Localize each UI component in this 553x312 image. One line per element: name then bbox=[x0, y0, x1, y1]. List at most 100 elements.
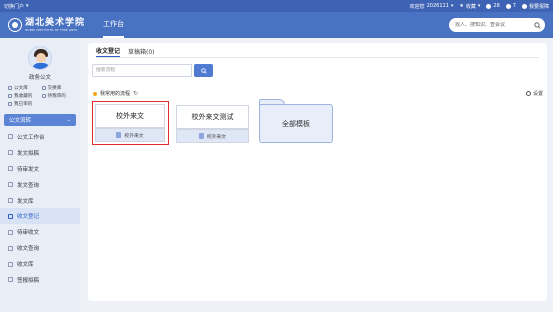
school-logo[interactable]: 湖北美术学院 HUBEI INSTITUTE OF FINE ARTS bbox=[8, 18, 85, 32]
tab-incoming-register[interactable]: 收文登记 bbox=[96, 45, 121, 57]
flow-card-subtitle: 校外来文 bbox=[124, 133, 144, 139]
sidebar-item-label: 收文库 bbox=[17, 262, 34, 269]
sidebar-item-outgoing-library[interactable]: 发文库 bbox=[0, 193, 80, 209]
main-tabs: 收文登记 草稿箱(0) bbox=[96, 45, 155, 57]
notifications-button[interactable]: 28 bbox=[486, 3, 500, 9]
quick-link-pending-review[interactable]: 待我审的 bbox=[41, 93, 73, 99]
avatar bbox=[28, 46, 52, 70]
quick-links: 公文库 交换库 我收藏的 待我审的 我已审的 bbox=[8, 85, 72, 107]
quick-link-label: 我已审的 bbox=[14, 102, 33, 107]
chevron-down-icon: ▾ bbox=[450, 3, 454, 9]
bullet-icon bbox=[93, 91, 97, 96]
flow-card-footer: 校外来文 bbox=[176, 129, 249, 143]
sidebar-item-draft-outgoing[interactable]: 发文拟稿 bbox=[0, 145, 80, 161]
folder-icon bbox=[8, 198, 13, 203]
sidebar-item-pending-outgoing[interactable]: 待审发文 bbox=[0, 161, 80, 177]
search-icon[interactable] bbox=[534, 21, 541, 29]
exchange-icon bbox=[41, 86, 46, 90]
search-icon bbox=[8, 245, 13, 251]
flow-search-button[interactable] bbox=[194, 64, 213, 77]
profile-block: 政务公文 公文库 交换库 我收藏的 待我审的 我已审的 bbox=[0, 38, 80, 107]
flow-card-incoming-test[interactable]: 校外来文测试 校外来文 bbox=[176, 101, 253, 145]
sidebar: 政务公文 公文库 交换库 我收藏的 待我审的 我已审的 公文流转 ⌄ 公文工作台… bbox=[0, 38, 80, 312]
settings-label: 设置 bbox=[533, 91, 544, 97]
search-icon bbox=[8, 182, 13, 188]
sidebar-item-pending-incoming[interactable]: 待审收文 bbox=[0, 224, 80, 240]
flow-search-input[interactable] bbox=[92, 64, 192, 77]
quick-link-label: 公文库 bbox=[14, 86, 28, 91]
logo-title: 湖北美术学院 bbox=[25, 17, 86, 28]
flow-search bbox=[92, 64, 213, 77]
edit-icon bbox=[8, 277, 13, 283]
notifications-count: 28 bbox=[493, 3, 500, 9]
sidebar-item-incoming-search[interactable]: 收文查询 bbox=[0, 240, 80, 256]
flow-card-title: 校外来文测试 bbox=[176, 105, 249, 129]
sidebar-item-label: 待审收文 bbox=[17, 230, 40, 237]
logo-subtitle: HUBEI INSTITUTE OF FINE ARTS bbox=[25, 27, 78, 32]
messages-count: 7 bbox=[512, 3, 516, 9]
seal-icon bbox=[8, 18, 22, 32]
sidebar-item-label: 发文库 bbox=[17, 198, 34, 205]
quick-link-label: 待我审的 bbox=[47, 94, 66, 99]
tab-divider bbox=[96, 57, 539, 58]
settings-button[interactable]: 设置 bbox=[526, 90, 543, 97]
star-icon bbox=[8, 94, 12, 98]
quick-link-reviewed[interactable]: 我已审的 bbox=[8, 101, 39, 107]
dashboard-icon bbox=[8, 134, 13, 140]
quick-link-label: 我收藏的 bbox=[14, 94, 33, 99]
edit-icon bbox=[8, 150, 13, 156]
app-header: 湖北美术学院 HUBEI INSTITUTE OF FINE ARTS 工作台 bbox=[0, 12, 553, 38]
tab-drafts[interactable]: 草稿箱(0) bbox=[128, 45, 155, 57]
sidebar-item-label: 发文查询 bbox=[17, 182, 40, 189]
portal-switcher[interactable]: 切换门户 ▾ bbox=[4, 3, 29, 10]
favorites-menu[interactable]: ★ 收藏 ▾ bbox=[459, 3, 480, 10]
quick-link-doc-library[interactable]: 公文库 bbox=[8, 85, 39, 91]
doc-icon bbox=[8, 229, 13, 235]
sidebar-item-label: 收文登记 bbox=[17, 214, 40, 221]
common-flows-header: 我常用的流程 ↻ bbox=[93, 90, 138, 97]
flow-card-title: 校外来文 bbox=[95, 104, 165, 128]
messages-button[interactable]: 7 bbox=[505, 3, 516, 9]
quick-link-exchange[interactable]: 交换库 bbox=[41, 85, 73, 91]
bell-icon bbox=[505, 3, 511, 9]
quick-link-label: 交换库 bbox=[47, 86, 62, 91]
document-icon bbox=[198, 133, 204, 139]
sidebar-item-incoming-register[interactable]: 收文登记 bbox=[0, 208, 80, 225]
welcome-text: 欢迎您 2026111 ▾ bbox=[410, 3, 454, 10]
quick-link-favorites[interactable]: 我收藏的 bbox=[8, 93, 39, 99]
check-circle-icon bbox=[486, 3, 492, 9]
sidebar-item-draft-report[interactable]: 签报拟稿 bbox=[0, 272, 80, 288]
refresh-icon[interactable]: ↻ bbox=[133, 90, 138, 97]
star-icon: ★ bbox=[459, 3, 464, 9]
flow-card-subtitle: 校外来文 bbox=[206, 134, 227, 140]
register-icon bbox=[8, 213, 13, 219]
global-search-input[interactable] bbox=[455, 22, 525, 28]
folder-icon bbox=[8, 261, 13, 267]
gear-icon bbox=[526, 91, 531, 96]
sidebar-item-workbench[interactable]: 公文工作台 bbox=[0, 129, 80, 145]
help-icon bbox=[521, 3, 527, 9]
chevron-down-icon: ▾ bbox=[477, 3, 481, 9]
check-icon bbox=[8, 102, 12, 106]
all-templates-label: 全部模板 bbox=[282, 119, 310, 128]
portal-switcher-label: 切换门户 bbox=[4, 3, 25, 10]
library-icon bbox=[8, 86, 12, 90]
global-search[interactable] bbox=[449, 18, 545, 32]
chevron-down-icon: ⌄ bbox=[66, 117, 71, 123]
flow-card-incoming[interactable]: 校外来文 校外来文 bbox=[92, 101, 169, 145]
tab-workbench[interactable]: 工作台 bbox=[103, 12, 125, 38]
sidebar-item-incoming-library[interactable]: 收文库 bbox=[0, 256, 80, 272]
report-issue-label: 我要报障 bbox=[528, 3, 549, 10]
flow-card-footer: 校外来文 bbox=[95, 128, 165, 142]
main-panel: 收文登记 草稿箱(0) 我常用的流程 ↻ 设置 校外来文 校外来文 校外来文测试 bbox=[88, 43, 547, 301]
menu-header-doc-flow[interactable]: 公文流转 ⌄ bbox=[4, 114, 76, 126]
favorites-label: 收藏 bbox=[465, 3, 476, 10]
report-issue-button[interactable]: 我要报障 bbox=[521, 3, 549, 10]
welcome-label: 欢迎您 bbox=[409, 3, 425, 10]
sidebar-item-label: 待审发文 bbox=[17, 166, 40, 173]
user-id[interactable]: 2026111 bbox=[427, 3, 449, 9]
user-icon bbox=[41, 94, 46, 98]
sidebar-item-outgoing-search[interactable]: 发文查询 bbox=[0, 177, 80, 193]
all-templates-folder[interactable]: 全部模板 bbox=[259, 99, 333, 143]
search-icon bbox=[200, 67, 207, 74]
